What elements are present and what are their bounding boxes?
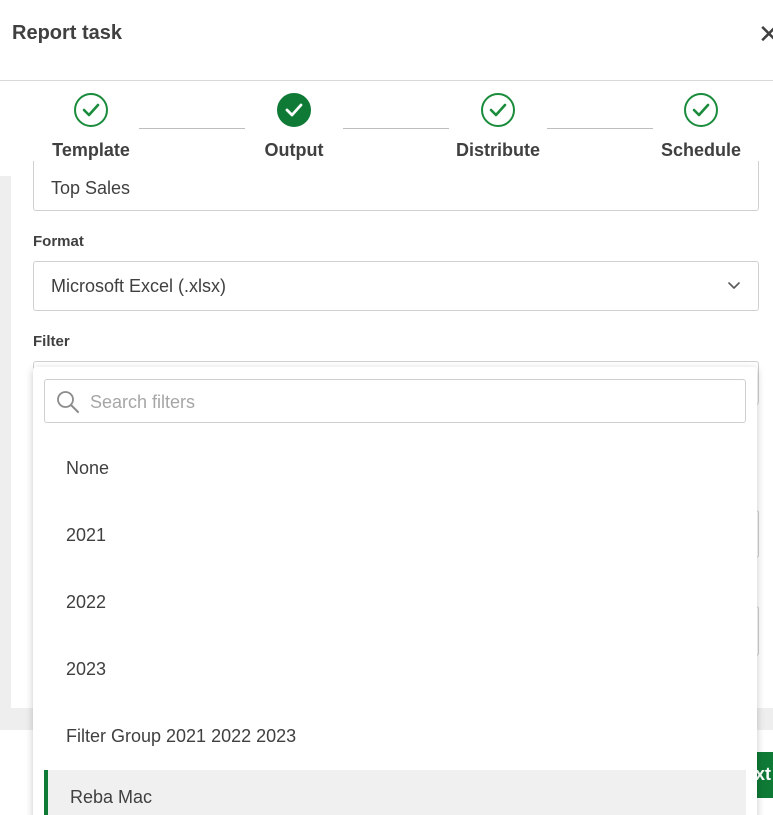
filter-option-label: None	[66, 457, 110, 478]
name-field[interactable]: Top Sales	[33, 161, 759, 211]
filter-option-label: 2021	[66, 524, 107, 545]
filter-option[interactable]: Filter Group 2021 2022 2023	[33, 713, 757, 759]
check-icon	[74, 93, 108, 127]
search-icon	[57, 391, 79, 413]
search-placeholder: Search filters	[90, 392, 196, 412]
step-output[interactable]: Output	[229, 93, 359, 161]
close-button[interactable]: ✕	[758, 20, 773, 48]
filter-label: Filter	[33, 333, 70, 350]
filter-option-label: 2023	[66, 658, 107, 679]
filter-dropdown: Search filters None 2021 2022 2023 Filte…	[33, 367, 757, 815]
filter-option[interactable]: 2021	[33, 512, 757, 558]
step-distribute[interactable]: Distribute	[433, 93, 563, 161]
step-label: Output	[264, 140, 324, 160]
dialog-header: Report task ✕	[0, 0, 773, 81]
search-filters-input[interactable]: Search filters	[44, 379, 746, 423]
filter-option-label: Filter Group 2021 2022 2023	[66, 725, 297, 746]
filter-option-selected[interactable]: Reba Mac	[44, 770, 746, 815]
step-label: Template	[52, 140, 130, 160]
filter-option-label: Reba Mac	[70, 786, 153, 807]
step-template[interactable]: Template	[26, 93, 156, 161]
chevron-down-icon	[728, 282, 740, 289]
format-label: Format	[33, 233, 84, 250]
step-label: Schedule	[660, 140, 742, 160]
filter-option[interactable]: 2022	[33, 579, 757, 625]
name-field-value: Top Sales	[51, 178, 131, 198]
check-icon	[481, 93, 515, 127]
check-icon	[684, 93, 718, 127]
format-select-value: Microsoft Excel (.xlsx)	[51, 275, 227, 296]
close-icon: ✕	[758, 19, 773, 49]
step-label: Distribute	[455, 140, 540, 160]
step-schedule[interactable]: Schedule	[636, 93, 766, 161]
dialog-title: Report task	[12, 22, 123, 44]
check-icon	[277, 93, 311, 127]
filter-option[interactable]: None	[33, 445, 757, 491]
format-select[interactable]: Microsoft Excel (.xlsx)	[33, 261, 759, 311]
filter-option-label: 2022	[66, 591, 107, 612]
filter-option[interactable]: 2023	[33, 646, 757, 692]
